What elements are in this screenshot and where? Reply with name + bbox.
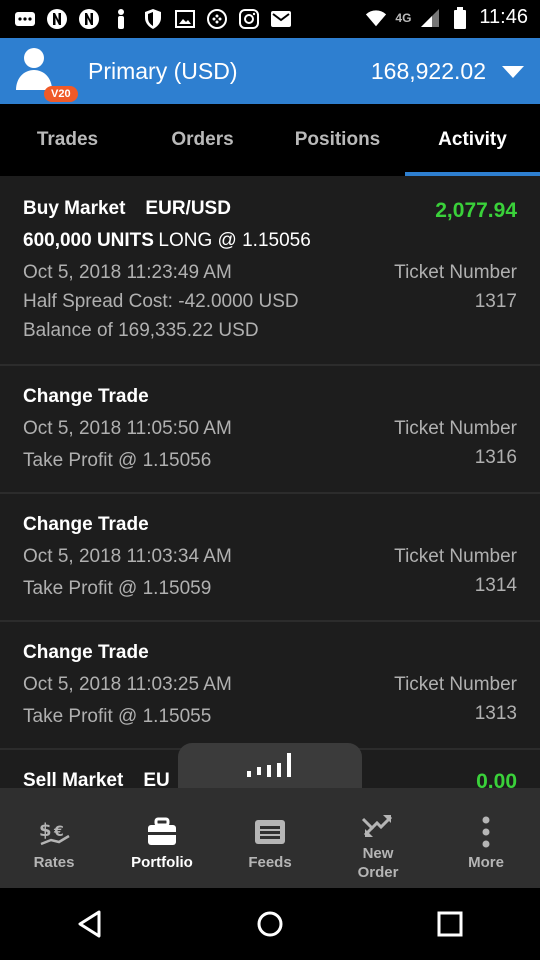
timestamp: Oct 5, 2018 11:23:49 AM bbox=[23, 262, 232, 283]
network-type: 4G bbox=[395, 10, 412, 25]
ticket-label: Ticket Number bbox=[394, 418, 517, 439]
rates-drawer-handle[interactable] bbox=[178, 743, 362, 793]
image-icon bbox=[174, 8, 196, 30]
news-icon bbox=[254, 816, 286, 848]
svg-text:€: € bbox=[53, 824, 64, 840]
list-item[interactable]: Buy Market EUR/USD 2,077.94 600,000 UNITS… bbox=[0, 176, 540, 366]
person-icon bbox=[110, 8, 132, 30]
nav-new-order-label: New Order bbox=[357, 845, 399, 881]
chart-bars-icon bbox=[247, 753, 291, 777]
gamepad-icon bbox=[206, 8, 228, 30]
profit-amount: 2,077.94 bbox=[435, 199, 517, 222]
netflix-icon bbox=[78, 8, 100, 30]
chevron-down-icon[interactable] bbox=[502, 66, 524, 78]
activity-title: Change Trade bbox=[23, 514, 149, 535]
position-detail: LONG @ 1.15056 bbox=[158, 230, 311, 251]
wifi-icon bbox=[365, 7, 387, 29]
ticket-label: Ticket Number bbox=[394, 546, 517, 567]
take-profit: Take Profit @ 1.15059 bbox=[23, 578, 212, 599]
v20-badge: V20 bbox=[44, 86, 78, 102]
home-button[interactable] bbox=[240, 894, 300, 954]
back-icon bbox=[78, 910, 101, 938]
new-order-icon bbox=[361, 810, 395, 842]
tab-orders[interactable]: Orders bbox=[135, 104, 270, 176]
ticket-number: 1314 bbox=[474, 575, 517, 596]
signal-icon bbox=[419, 7, 441, 29]
tab-trades[interactable]: Trades bbox=[0, 104, 135, 176]
battery-icon bbox=[449, 6, 471, 29]
timestamp: Oct 5, 2018 11:03:25 AM bbox=[23, 674, 232, 695]
tab-positions[interactable]: Positions bbox=[270, 104, 405, 176]
list-item[interactable]: Change Trade Oct 5, 2018 11:03:34 AM Tak… bbox=[0, 494, 540, 622]
recents-button[interactable] bbox=[420, 894, 480, 954]
list-item[interactable]: Change Trade Oct 5, 2018 11:05:50 AM Tak… bbox=[0, 366, 540, 494]
activity-list[interactable]: Buy Market EUR/USD 2,077.94 600,000 UNITS… bbox=[0, 176, 540, 788]
tab-activity[interactable]: Activity bbox=[405, 104, 540, 176]
take-profit: Take Profit @ 1.15055 bbox=[23, 706, 212, 727]
balance-after: Balance of 169,335.22 USD bbox=[23, 320, 259, 341]
ticket-number: 1316 bbox=[474, 447, 517, 468]
account-header[interactable]: V20 Primary (USD) 168,922.02 bbox=[0, 38, 540, 104]
nav-rates[interactable]: $ € Rates bbox=[0, 788, 108, 888]
take-profit: Take Profit @ 1.15056 bbox=[23, 450, 212, 471]
spread-cost: Half Spread Cost: -42.0000 USD bbox=[23, 291, 299, 312]
home-icon bbox=[257, 911, 283, 937]
briefcase-icon bbox=[146, 816, 178, 848]
rates-icon: $ € bbox=[37, 816, 71, 848]
svg-text:$: $ bbox=[39, 820, 52, 841]
clock: 11:46 bbox=[479, 6, 528, 28]
nav-more-label: More bbox=[468, 854, 504, 871]
activity-title: Change Trade bbox=[23, 386, 149, 407]
system-nav-bar bbox=[0, 888, 540, 960]
status-bar: 4G 11:46 bbox=[0, 0, 540, 38]
bottom-nav: $ € Rates Portfolio Feeds New Order More bbox=[0, 788, 540, 888]
account-name[interactable]: Primary (USD) bbox=[88, 58, 238, 85]
currency-pair: EU bbox=[143, 770, 170, 788]
activity-title: Buy Market bbox=[23, 198, 126, 219]
ticket-label: Ticket Number bbox=[394, 262, 517, 283]
more-vertical-icon bbox=[481, 816, 491, 848]
status-right: 4G 11:46 bbox=[365, 6, 528, 29]
ticket-label: Ticket Number bbox=[394, 674, 517, 695]
mail-icon bbox=[270, 8, 292, 30]
tab-bar: Trades Orders Positions Activity bbox=[0, 104, 540, 176]
netflix-icon bbox=[46, 8, 68, 30]
nav-more[interactable]: More bbox=[432, 788, 540, 888]
timestamp: Oct 5, 2018 11:05:50 AM bbox=[23, 418, 232, 439]
notification-icon bbox=[14, 8, 36, 30]
nav-portfolio[interactable]: Portfolio bbox=[108, 788, 216, 888]
shield-icon bbox=[142, 8, 164, 30]
units: 600,000 UNITS bbox=[23, 230, 154, 251]
status-icons bbox=[14, 8, 292, 30]
activity-title: Sell Market bbox=[23, 770, 124, 788]
ticket-number: 1317 bbox=[474, 291, 517, 312]
back-button[interactable] bbox=[60, 894, 120, 954]
profit-amount: 0.00 bbox=[476, 770, 517, 788]
nav-portfolio-label: Portfolio bbox=[131, 854, 193, 871]
instagram-icon bbox=[238, 8, 260, 30]
avatar[interactable]: V20 bbox=[14, 46, 78, 102]
recents-icon bbox=[437, 911, 463, 937]
nav-feeds-label: Feeds bbox=[248, 854, 292, 871]
timestamp: Oct 5, 2018 11:03:34 AM bbox=[23, 546, 232, 567]
nav-feeds[interactable]: Feeds bbox=[216, 788, 324, 888]
currency-pair: EUR/USD bbox=[145, 198, 231, 219]
ticket-number: 1313 bbox=[474, 703, 517, 724]
account-balance: 168,922.02 bbox=[370, 58, 486, 84]
nav-new-order[interactable]: New Order bbox=[324, 788, 432, 888]
activity-title: Change Trade bbox=[23, 642, 149, 663]
nav-rates-label: Rates bbox=[33, 854, 75, 871]
list-item[interactable]: Change Trade Oct 5, 2018 11:03:25 AM Tak… bbox=[0, 622, 540, 750]
